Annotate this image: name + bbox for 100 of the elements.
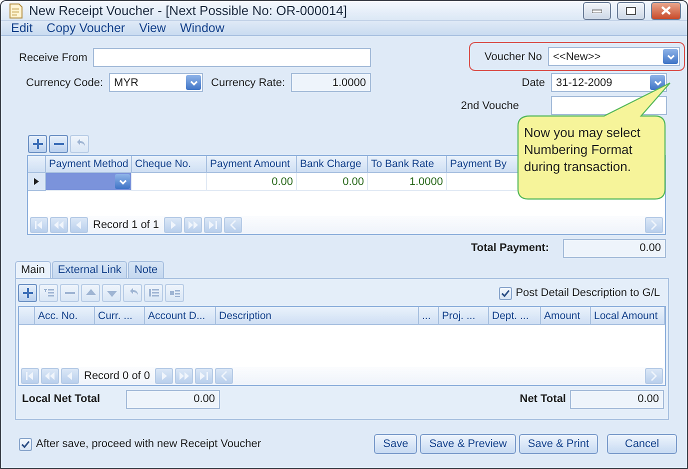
undo-button[interactable] [70,135,89,153]
next-record-button[interactable] [164,217,182,233]
voucher-no-dropdown[interactable]: <<New>> [548,47,680,66]
menu-item[interactable]: Window [180,21,224,35]
column-header[interactable]: To Bank Rate [368,156,447,173]
next-page-button[interactable] [175,368,194,384]
column-header[interactable]: Proj. ... [439,307,489,325]
field-value: <<New>> [553,50,601,62]
menu-item[interactable]: Copy Voucher [46,21,126,35]
scroll-left-button[interactable] [215,368,234,384]
column-header[interactable]: Dept. ... [489,307,541,325]
chevron-down-icon [118,178,126,186]
field-value: 0.00 [194,393,216,405]
dialog-button[interactable]: Save [374,434,418,454]
detail-button[interactable] [165,284,184,302]
add-button[interactable] [28,135,47,153]
total-label: Net Total [520,393,566,405]
dropdown-button[interactable] [663,49,678,64]
fast-forward-icon [187,219,200,231]
column-header[interactable]: Cheque No. [132,156,207,173]
header-corner [19,307,35,325]
previous-page-button[interactable] [41,368,59,384]
minimize-button[interactable] [583,2,611,20]
minimize-icon [592,8,602,12]
previous-record-button[interactable] [61,368,79,384]
scroll-left-button[interactable] [224,217,242,233]
field-label: Receive From [19,52,88,64]
last-icon [207,219,220,231]
document-icon [9,2,23,18]
field-label: Currency Rate: [211,76,286,88]
remove-button[interactable] [49,135,68,153]
scroll-right-button[interactable] [645,217,663,233]
insert-button[interactable] [39,284,58,302]
currency-rate-field[interactable]: 1.0000 [291,73,372,92]
column-header[interactable]: Acc. No. [35,307,95,325]
column-header[interactable]: Amount [541,307,591,325]
first-record-button[interactable] [30,217,48,233]
field-label: 2nd Vouche [460,100,519,112]
menu-item[interactable]: Edit [11,21,33,35]
close-icon [661,6,671,15]
add-button[interactable] [18,284,37,302]
total-label: Local Net Total [22,393,100,405]
close-button[interactable] [651,2,681,20]
plus-icon [32,138,44,150]
column-header[interactable]: Description [216,307,419,325]
plus-icon [22,287,34,299]
list-icon [168,287,180,299]
checkbox[interactable] [19,438,32,450]
tab[interactable]: Main [15,261,51,278]
remove-button[interactable] [60,284,79,302]
field-value: 0.00 [638,393,659,405]
field-label: Voucher No [484,50,542,62]
tab[interactable]: External Link [52,261,128,278]
next-page-button[interactable] [184,217,202,233]
column-header[interactable]: Account D... [145,307,216,325]
table-cell: 1.0000 [368,173,447,191]
currency-code-dropdown[interactable]: MYR [109,73,204,92]
dialog-button[interactable]: Cancel [607,434,677,454]
next-record-button[interactable] [155,368,174,384]
date-field[interactable]: 31-12-2009 [551,73,667,92]
maximize-icon [626,6,636,14]
move-down-button[interactable] [102,284,121,302]
checkbox[interactable] [498,286,512,300]
undo-button[interactable] [123,284,142,302]
last-record-button[interactable] [195,368,214,384]
list-button[interactable] [144,284,163,302]
table-cell: 0.00 [297,173,368,191]
column-header[interactable]: Bank Charge [297,156,368,173]
fast-forward-icon [178,370,190,382]
first-icon [33,219,45,231]
previous-page-button[interactable] [50,217,68,233]
column-header[interactable]: Curr. ... [95,307,145,325]
chevron-down-icon [666,52,674,60]
scroll-right-button[interactable] [645,368,663,384]
column-header[interactable]: ... [419,307,439,325]
first-record-button[interactable] [21,368,39,384]
dialog-button[interactable]: Save & Preview [420,434,516,454]
first-icon [24,370,36,382]
field-label: Currency Code: [26,76,104,88]
field-value: 31-12-2009 [556,76,612,88]
maximize-button[interactable] [617,2,645,20]
last-icon [198,370,210,382]
row-indicator[interactable] [28,173,46,191]
menu-item[interactable]: View [139,21,166,35]
move-up-button[interactable] [81,284,100,302]
dialog-button[interactable]: Save & Print [518,434,598,454]
receive-from-field[interactable] [93,48,372,67]
chevron-down-icon [654,78,662,86]
table-cell: 0.00 [207,173,297,191]
tab[interactable]: Note [128,261,164,278]
dropdown-button[interactable] [186,75,202,90]
checkbox-label: Post Detail Description to G/L [516,287,660,299]
column-header[interactable]: Payment Amount [207,156,297,173]
dropdown-button[interactable] [115,174,130,189]
column-header[interactable]: Payment Method [46,156,132,173]
record-counter: Record 0 of 0 [83,370,152,382]
previous-record-button[interactable] [70,217,88,233]
last-record-button[interactable] [204,217,222,233]
rewind-icon [53,219,65,231]
column-header[interactable]: Local Amount [591,307,665,325]
